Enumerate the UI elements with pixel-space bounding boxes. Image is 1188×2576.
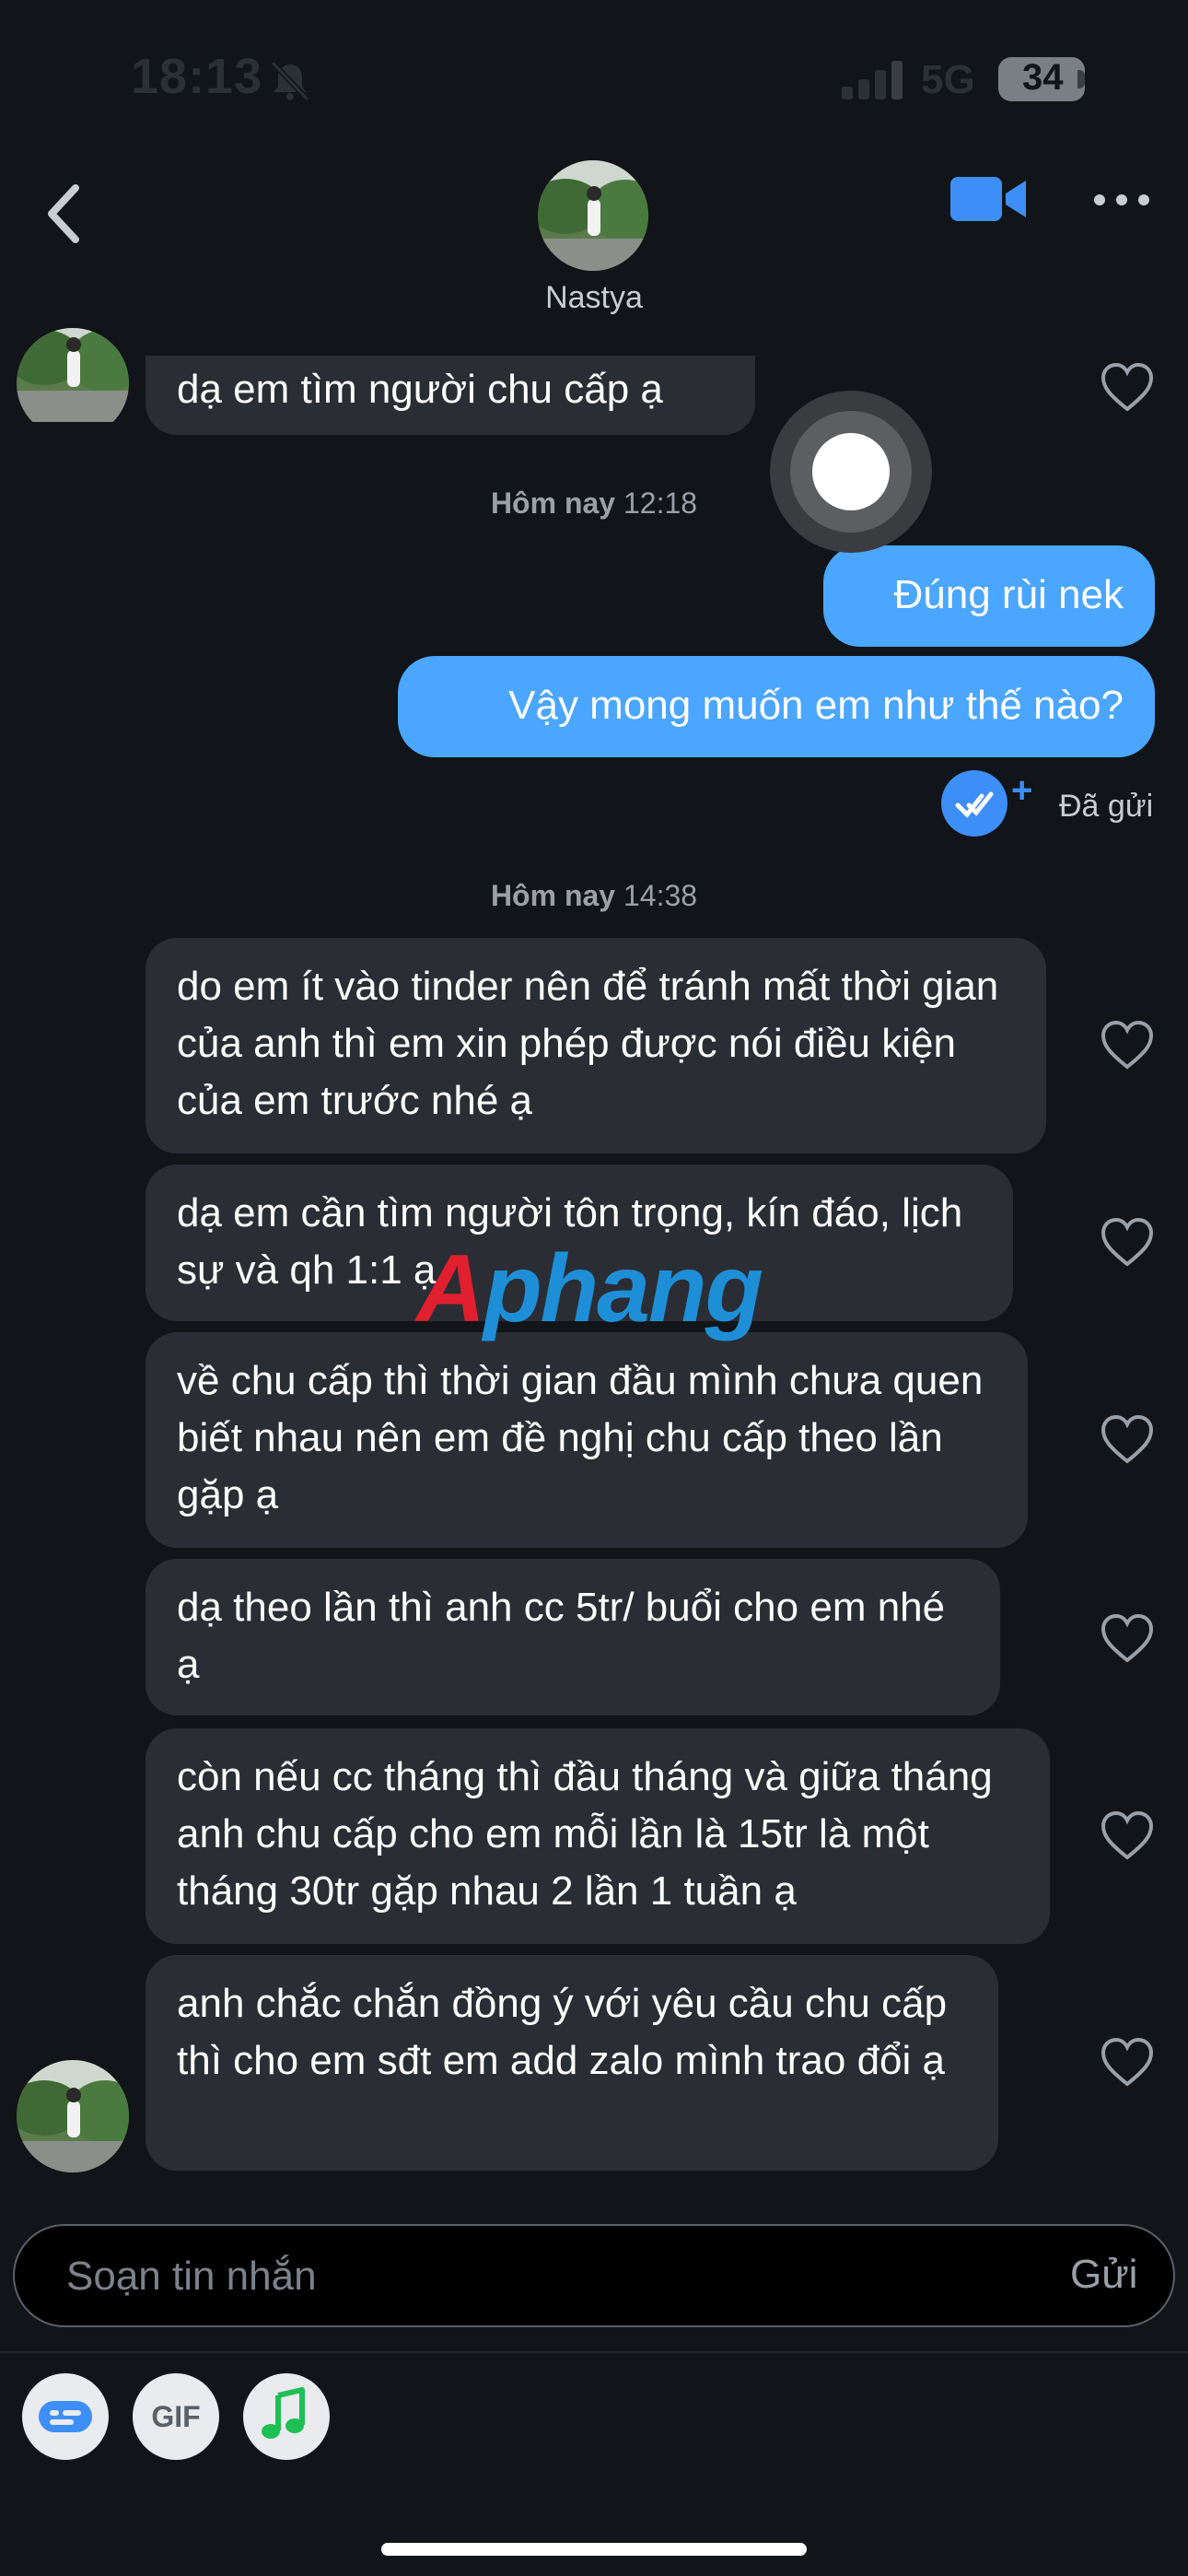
heart-icon[interactable]: [1100, 1809, 1155, 1861]
plus-icon: +: [1011, 770, 1033, 811]
message-bubble-incoming[interactable]: còn nếu cc tháng thì đầu tháng và giữa t…: [146, 1728, 1050, 1944]
message-text: do em ít vào tinder nên để tránh mất thờ…: [177, 964, 999, 1123]
signal-icon: [842, 61, 903, 100]
message-text: Vậy mong muốn em như thế nào?: [508, 683, 1124, 728]
assistive-touch-dot: [812, 433, 890, 510]
divider: [0, 2351, 1188, 2353]
watermark-logo: Aphang: [416, 1235, 763, 1342]
read-status: Đã gửi: [1059, 789, 1154, 824]
message-bubble-outgoing[interactable]: Vậy mong muốn em như thế nào?: [398, 656, 1155, 757]
message-bubble-incoming[interactable]: dạ em tìm người chu cấp ạ: [146, 356, 755, 435]
message-bubble-incoming[interactable]: anh chắc chắn đồng ý với yêu cầu chu cấp…: [146, 1955, 998, 2171]
gif-icon: GIF: [151, 2399, 201, 2433]
heart-icon[interactable]: [1100, 2036, 1155, 2088]
more-icon[interactable]: [1092, 186, 1151, 214]
message-bubble-incoming[interactable]: dạ theo lần thì anh cc 5tr/ buổi cho em …: [146, 1559, 1000, 1715]
music-icon: [262, 2387, 305, 2439]
music-button[interactable]: [243, 2373, 330, 2460]
read-check-icon: [941, 770, 1007, 837]
heart-icon[interactable]: [1100, 1612, 1155, 1664]
avatar-photo: [17, 2060, 129, 2172]
home-indicator: [381, 2543, 807, 2556]
message-bubble-outgoing[interactable]: Đúng rùi nek: [823, 545, 1155, 647]
battery-tip: [1077, 70, 1085, 88]
message-bubble-incoming[interactable]: do em ít vào tinder nên để tránh mất thờ…: [146, 938, 1046, 1153]
heart-icon[interactable]: [1100, 1216, 1155, 1268]
status-time: 18:13: [131, 49, 263, 104]
contact-avatar[interactable]: [17, 328, 129, 439]
sticker-button[interactable]: [22, 2373, 109, 2460]
timestamp-divider: Hôm nay 14:38: [490, 879, 698, 912]
gif-button[interactable]: GIF: [133, 2373, 219, 2460]
message-text: về chu cấp thì thời gian đầu mình chưa q…: [177, 1358, 984, 1517]
send-button[interactable]: Gửi: [1070, 2252, 1137, 2298]
message-bubble-incoming[interactable]: về chu cấp thì thời gian đầu mình chưa q…: [146, 1332, 1028, 1548]
network-type: 5G: [921, 57, 975, 102]
avatar-photo: [538, 160, 648, 271]
header-avatar[interactable]: [538, 160, 648, 271]
message-text: còn nếu cc tháng thì đầu tháng và giữa t…: [177, 1754, 993, 1914]
message-text: dạ em tìm người chu cấp ạ: [177, 367, 663, 412]
message-input[interactable]: [64, 2244, 952, 2309]
contact-avatar[interactable]: [17, 2060, 129, 2172]
message-text: Đúng rùi nek: [893, 572, 1124, 617]
video-call-icon[interactable]: [949, 171, 1028, 227]
heart-icon[interactable]: [1100, 1413, 1155, 1465]
bell-off-icon: [270, 61, 310, 101]
timestamp-divider: Hôm nay 12:18: [490, 486, 698, 520]
back-chevron-icon[interactable]: [42, 181, 85, 247]
heart-icon[interactable]: [1100, 1019, 1155, 1071]
sticker-icon: [39, 2401, 92, 2432]
avatar-photo: [17, 328, 129, 422]
battery-level: 34: [1022, 57, 1064, 98]
message-text: dạ theo lần thì anh cc 5tr/ buổi cho em …: [177, 1585, 946, 1687]
heart-icon[interactable]: [1100, 361, 1155, 413]
contact-name[interactable]: Nastya: [0, 280, 1188, 316]
message-text: anh chắc chắn đồng ý với yêu cầu chu cấp…: [177, 1981, 948, 2083]
